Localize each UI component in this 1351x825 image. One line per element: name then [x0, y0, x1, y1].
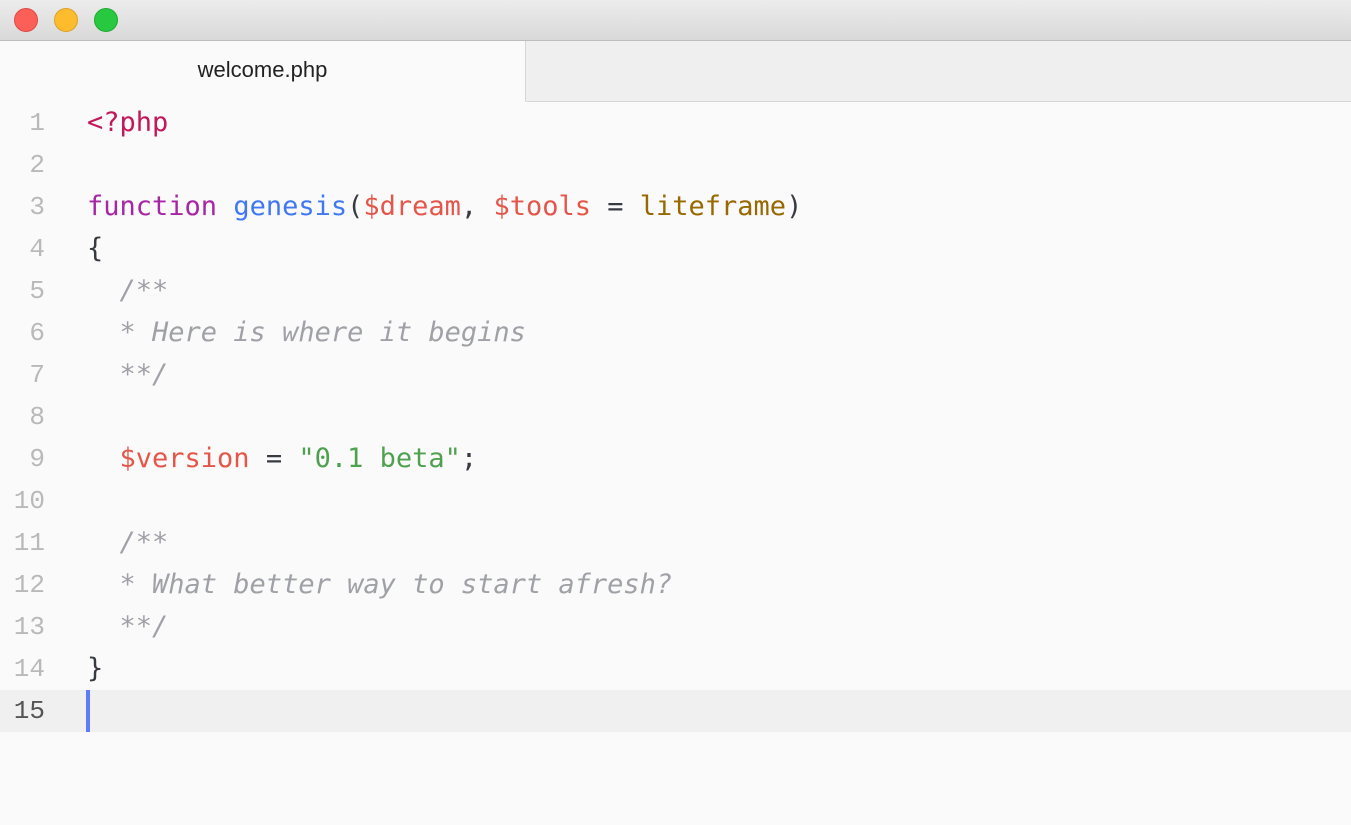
code-line[interactable]: 1 <?php: [0, 102, 1351, 144]
line-number: 10: [13, 486, 45, 516]
code-line[interactable]: 14 }: [0, 648, 1351, 690]
code-line[interactable]: 11 /**: [0, 522, 1351, 564]
line-number: 3: [29, 192, 45, 222]
code-line[interactable]: 8: [0, 396, 1351, 438]
comment-token: **/: [87, 359, 169, 390]
code-text: /**: [87, 275, 169, 306]
line-number: 9: [29, 444, 45, 474]
comment-token: /**: [87, 527, 169, 558]
assign-token: =: [590, 191, 640, 222]
default-value-token: liteframe: [639, 191, 787, 222]
line-number: 7: [29, 360, 45, 390]
editor-window: welcome.php 1 <?php 2 3 function genesis…: [0, 0, 1351, 825]
param-tools-token: $tools: [493, 191, 591, 222]
comma-token: ,: [460, 191, 494, 222]
code-line[interactable]: 2: [0, 144, 1351, 186]
tab-bar-empty-area[interactable]: [527, 41, 1351, 102]
php-open-tag: <?php: [87, 107, 169, 138]
close-brace-token: }: [87, 653, 104, 684]
variable-version-token: $version: [119, 443, 250, 474]
line-number: 14: [13, 654, 45, 684]
comment-token: /**: [87, 275, 169, 306]
line-number: 5: [29, 276, 45, 306]
tab-welcome-php[interactable]: welcome.php: [0, 41, 526, 103]
indent-token: [87, 443, 120, 474]
code-text: * Here is where it begins: [87, 318, 526, 348]
zoom-window-button[interactable]: [94, 8, 118, 32]
text-cursor: [86, 690, 90, 732]
code-line[interactable]: 12 * What better way to start afresh?: [0, 564, 1351, 606]
comment-token: * Here is where it begins: [87, 317, 526, 348]
code-line[interactable]: 10: [0, 480, 1351, 522]
comment-token: * What better way to start afresh?: [87, 569, 673, 600]
open-brace-token: {: [87, 233, 104, 264]
code-text: function genesis($dream, $tools = litefr…: [87, 192, 802, 222]
code-line[interactable]: 9 $version = "0.1 beta";: [0, 438, 1351, 480]
code-text: **/: [87, 611, 169, 642]
string-token: "0.1 beta": [298, 443, 461, 474]
line-number: 1: [29, 108, 45, 138]
code-text: **/: [87, 359, 169, 390]
close-window-button[interactable]: [14, 8, 38, 32]
semicolon-token: ;: [460, 443, 478, 474]
param-dream-token: $dream: [363, 191, 461, 222]
minimize-window-button[interactable]: [54, 8, 78, 32]
current-code-line[interactable]: 15: [0, 690, 1351, 732]
code-text: }: [87, 654, 103, 684]
line-number: 11: [13, 528, 45, 558]
line-number: 15: [13, 696, 45, 726]
code-line[interactable]: 6 * Here is where it begins: [0, 312, 1351, 354]
line-number: 13: [13, 612, 45, 642]
code-line[interactable]: 4 {: [0, 228, 1351, 270]
title-bar[interactable]: [0, 0, 1351, 41]
code-line[interactable]: 13 **/: [0, 606, 1351, 648]
line-number: 4: [29, 234, 45, 264]
code-text: <?php: [87, 108, 168, 138]
comment-token: **/: [87, 611, 169, 642]
line-number: 8: [29, 402, 45, 432]
code-text: /**: [87, 527, 169, 558]
code-text: * What better way to start afresh?: [87, 569, 673, 600]
assign-token: =: [249, 443, 299, 474]
keyword-token: function: [87, 191, 218, 222]
line-number: 6: [29, 318, 45, 348]
paren-open-token: (: [347, 191, 364, 222]
line-number: 2: [29, 150, 45, 180]
tab-bar: welcome.php: [0, 41, 1351, 103]
line-number: 12: [13, 570, 45, 600]
tab-label: welcome.php: [197, 57, 328, 82]
code-line[interactable]: 3 function genesis($dream, $tools = lite…: [0, 186, 1351, 228]
paren-close-token: ): [786, 191, 803, 222]
code-line[interactable]: 5 /**: [0, 270, 1351, 312]
function-name-token: genesis: [233, 191, 348, 222]
code-editor[interactable]: 1 <?php 2 3 function genesis($dream, $to…: [0, 102, 1351, 825]
code-line[interactable]: 7 **/: [0, 354, 1351, 396]
code-text: $version = "0.1 beta";: [87, 443, 478, 474]
code-text: {: [87, 234, 103, 264]
